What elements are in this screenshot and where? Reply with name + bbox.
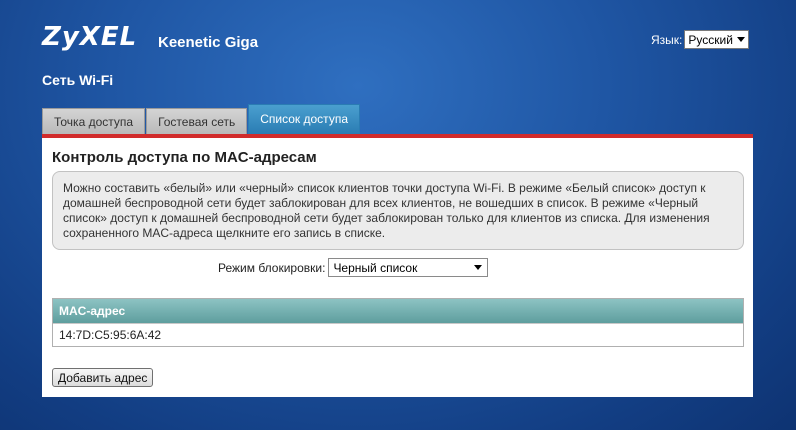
info-box: Можно составить «белый» или «черный» спи… [52,171,744,250]
block-mode-value: Черный список [333,260,418,275]
chevron-down-icon [737,37,746,42]
panel-title: Контроль доступа по MAC-адресам [52,149,317,166]
device-model: Keenetic Giga [158,34,259,51]
page-title: Сеть Wi-Fi [42,72,114,88]
language-dropdown[interactable]: Русский [684,30,750,49]
language-value: Русский [688,32,733,47]
mac-table: MAC-адрес 14:7D:C5:95:6A:42 [52,298,744,347]
chevron-down-icon [474,265,483,270]
block-mode-label: Режим блокировки: [218,260,326,275]
add-address-button[interactable]: Добавить адрес [52,368,154,387]
block-mode-dropdown[interactable]: Черный список [328,258,489,277]
language-selector: Язык: Русский [651,30,750,49]
block-mode-row: Режим блокировки: Черный список [218,258,489,277]
tab-access-point[interactable]: Точка доступа [42,108,146,134]
language-label: Язык: [651,32,683,47]
tab-access-list[interactable]: Список доступа [248,104,360,134]
content-panel: Контроль доступа по MAC-адресам Можно со… [42,138,753,397]
tab-guest-network[interactable]: Гостевая сеть [146,108,248,134]
table-row[interactable]: 14:7D:C5:95:6A:42 [53,323,743,346]
mac-table-header: MAC-адрес [53,299,743,323]
tab-bar: Точка доступа Гостевая сеть Список досту… [42,104,361,134]
zyxel-logo: ZyXEL [42,22,138,52]
